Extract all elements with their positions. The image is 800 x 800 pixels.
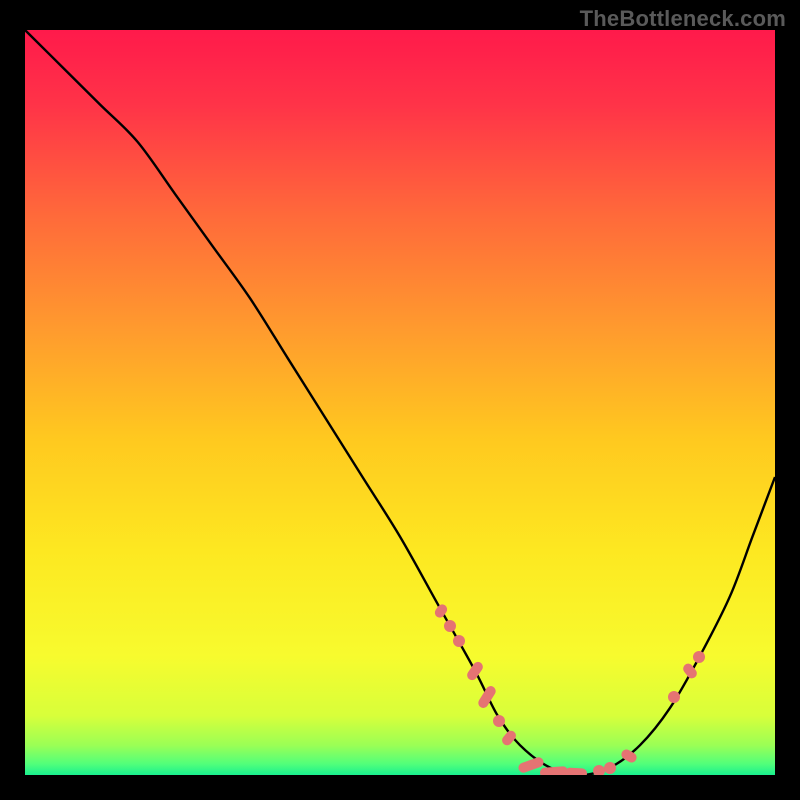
chart-container: TheBottleneck.com [0,0,800,800]
data-marker [444,620,456,632]
data-marker [493,715,505,727]
plot-area [25,30,775,775]
data-marker [604,762,616,774]
data-marker [565,767,587,775]
watermark-text: TheBottleneck.com [580,6,786,32]
data-marker [693,651,705,663]
data-marker [668,691,680,703]
bottleneck-curve [25,30,775,775]
data-marker [539,766,568,775]
data-marker [453,635,465,647]
data-marker [593,765,605,775]
